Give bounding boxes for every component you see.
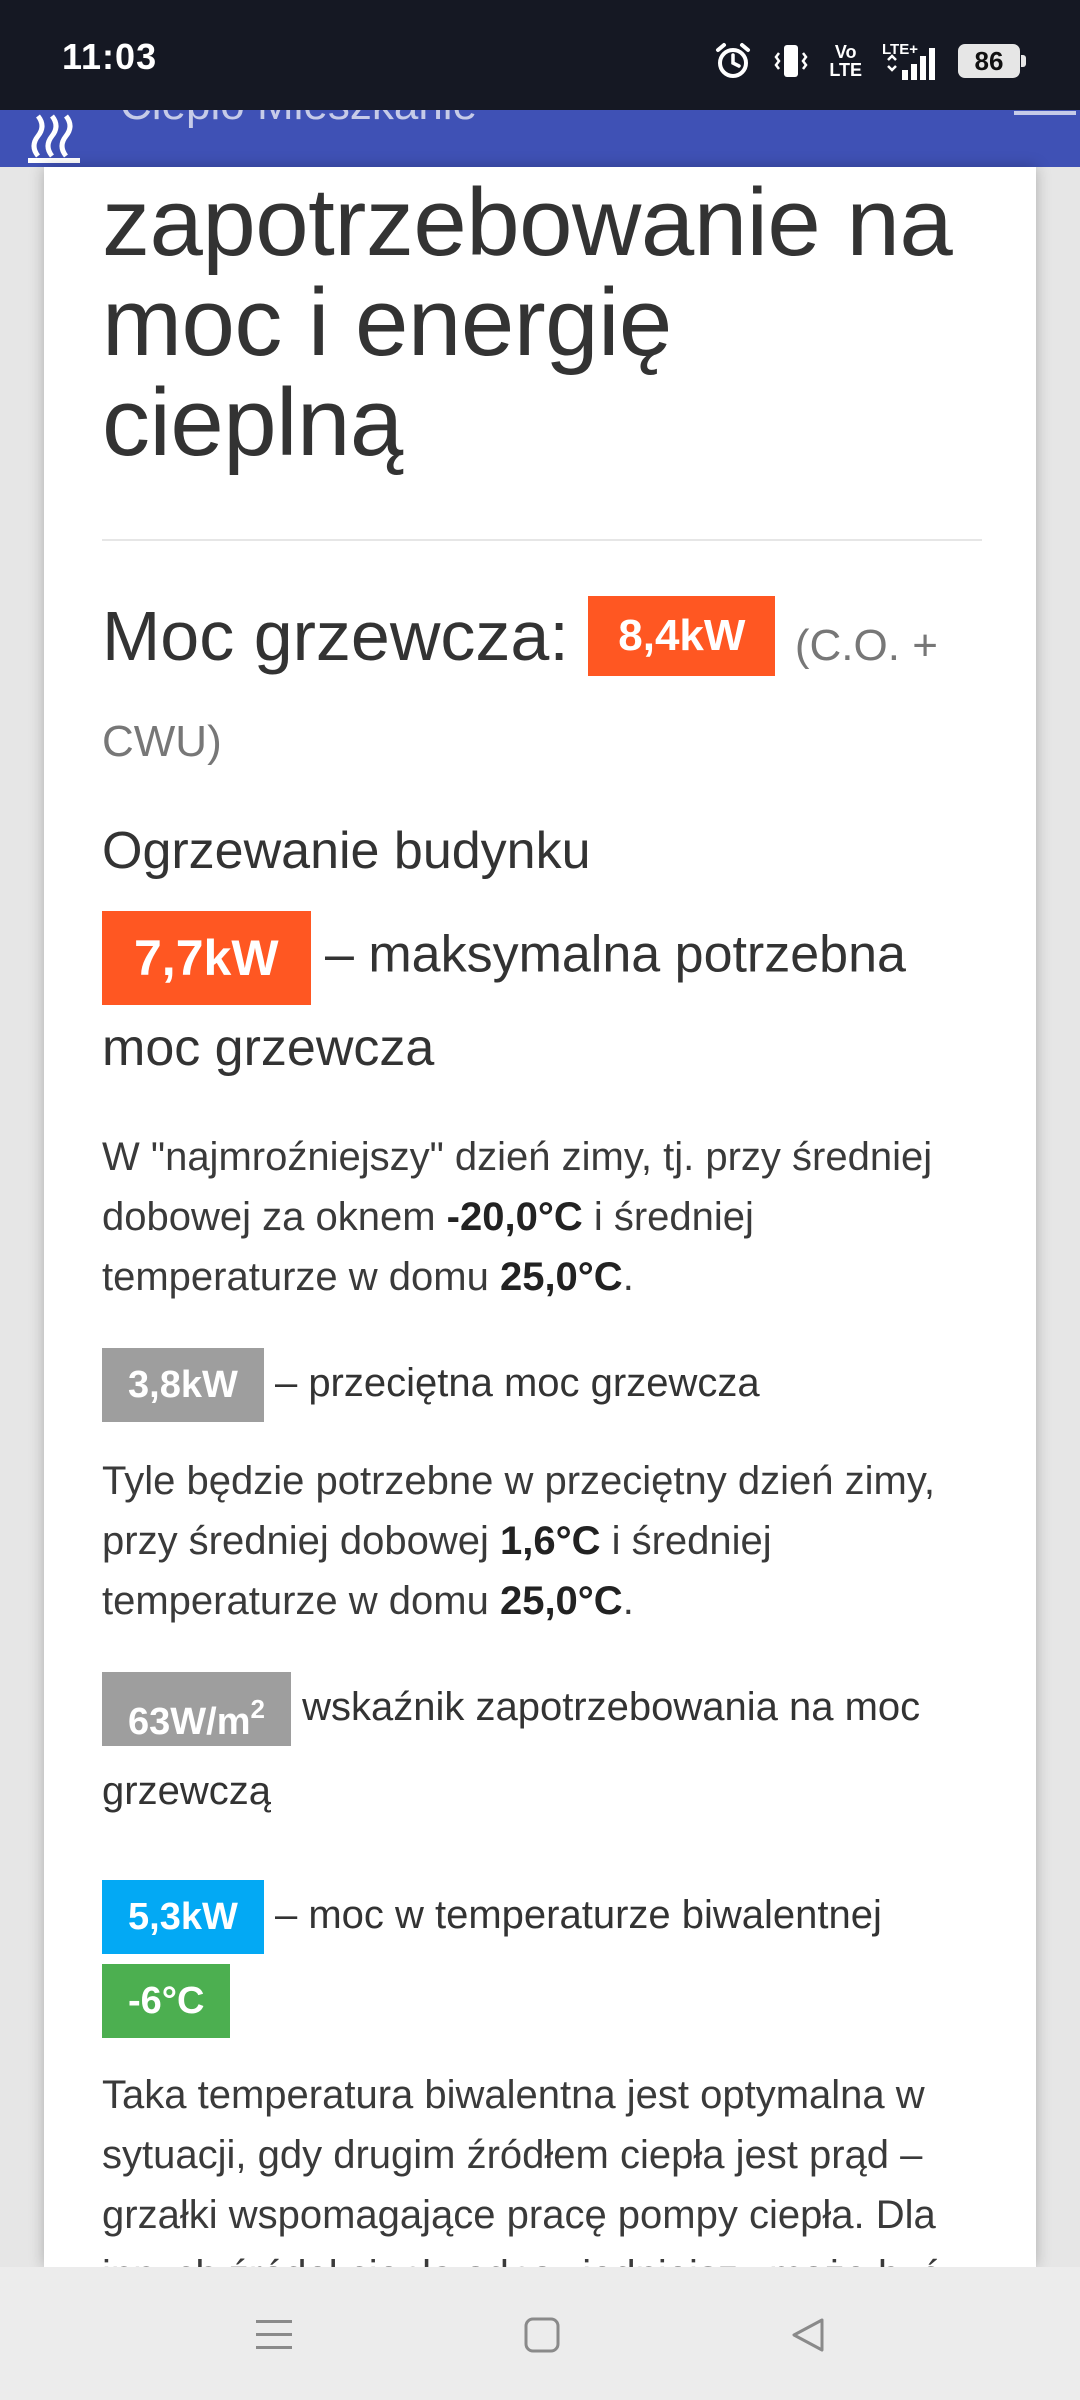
bivalent-power-badge: 5,3kW <box>102 1880 264 1955</box>
max-power-line: 7,7kW – maksymalna potrzebna moc grzewcz… <box>102 911 982 1091</box>
total-power-line: Moc grzewcza: 8,4kW (C.O. + CWU) <box>102 593 982 785</box>
avg-power-label: – przeciętna moc grzewcza <box>274 1361 760 1405</box>
avg-power-badge: 3,8kW <box>102 1348 264 1423</box>
volte-icon: Vo LTE <box>829 42 862 80</box>
max-power-description: W "najmroźniejszy" dzień zimy, tj. przy … <box>102 1127 982 1307</box>
avg-power-description: Tyle będzie potrzebne w przeciętny dzień… <box>102 1451 982 1631</box>
desc-text: . <box>622 1255 634 1299</box>
desc-text: . <box>622 1579 634 1623</box>
app-bar: Ciepło Mieszkanie <box>0 110 1080 167</box>
heat-waves-icon[interactable] <box>26 112 90 164</box>
total-power-label: Moc grzewcza: <box>102 597 569 675</box>
avg-power-line: 3,8kW – przeciętna moc grzewcza <box>102 1341 982 1425</box>
bivalent-line: 5,3kW – moc w temperaturze biwalentnej -… <box>102 1873 982 2041</box>
inside-temp: 25,0°C <box>499 1255 623 1299</box>
navigation-bar <box>0 2267 1080 2400</box>
status-bar: 11:03 Vo LTE LTE+ 86 <box>0 0 1080 110</box>
outside-temp: 1,6°C <box>500 1519 601 1563</box>
card-inner: zapotrzebowanie na moc i energię cieplną… <box>102 167 982 2267</box>
indicator-badge: 63W/m2 <box>102 1672 291 1747</box>
page-heading: zapotrzebowanie na moc i energię cieplną <box>102 169 953 476</box>
indicator-sup: 2 <box>250 1694 265 1725</box>
indicator-line: 63W/m2 wskaźnik zapotrzebowania na moc g… <box>102 1665 982 1833</box>
bivalent-description: Taka temperatura biwalentna jest optymal… <box>102 2073 940 2267</box>
bivalent-temp-badge: -6°C <box>102 1964 231 2039</box>
app-title: Ciepło Mieszkanie <box>120 110 477 130</box>
home-icon[interactable] <box>522 2315 562 2355</box>
divider <box>102 539 982 541</box>
bivalent-label: – moc w temperaturze biwalentnej <box>274 1893 882 1937</box>
menu-icon[interactable] <box>1014 111 1076 115</box>
back-icon[interactable] <box>788 2315 828 2355</box>
status-time: 11:03 <box>62 36 158 77</box>
inside-temp: 25,0°C <box>499 1579 623 1623</box>
svg-text:LTE+: LTE+ <box>882 41 918 58</box>
content-card: zapotrzebowanie na moc i energię cieplną… <box>44 167 1036 2267</box>
total-power-badge: 8,4kW <box>588 595 776 676</box>
status-icons: Vo LTE LTE+ 86 <box>713 38 1026 84</box>
battery-indicator: 86 <box>958 44 1026 78</box>
max-power-badge: 7,7kW <box>102 911 311 1005</box>
alarm-icon <box>713 41 753 81</box>
vibrate-icon <box>771 41 811 81</box>
section-title: Ogrzewanie budynku <box>102 822 591 880</box>
lte-signal-icon: LTE+ <box>880 40 940 82</box>
menu-icon[interactable] <box>254 2315 294 2355</box>
outside-temp: -20,0°C <box>446 1195 583 1239</box>
indicator-value: 63W/m <box>128 1701 251 1744</box>
